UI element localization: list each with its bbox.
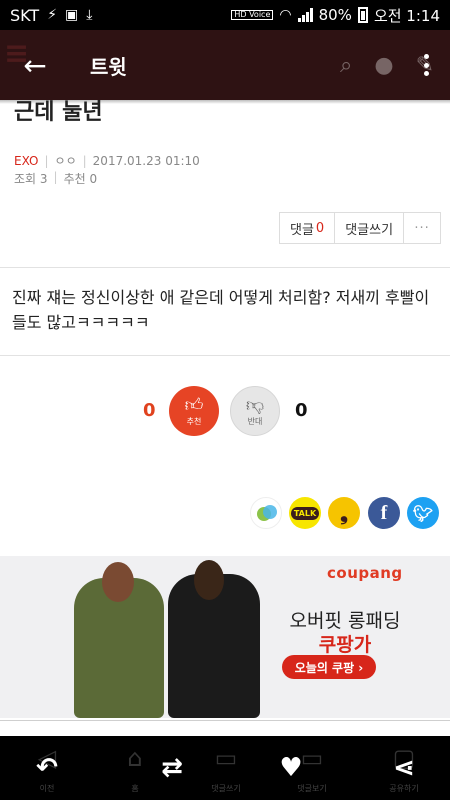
carrier-label: SKT bbox=[10, 5, 40, 25]
more-options-label: ··· bbox=[414, 220, 430, 236]
comment-ghost-icon: ▭ bbox=[214, 744, 238, 772]
comments-button[interactable]: 댓글 0 bbox=[280, 213, 336, 243]
write-comment-button[interactable]: 댓글쓰기 bbox=[335, 213, 405, 243]
more-dot-icon bbox=[423, 71, 429, 76]
ad-headline: 오버핏 롱패딩 bbox=[289, 610, 401, 632]
nav-view-comments-button[interactable]: ▭ 댓글보기 bbox=[274, 736, 350, 800]
post-recommends: 추천 0 bbox=[63, 172, 98, 186]
signal-icon bbox=[297, 8, 313, 22]
kakaotalk-share-button[interactable]: TALK bbox=[289, 497, 321, 529]
nav-label: 댓글쓰기 bbox=[211, 784, 241, 793]
divider bbox=[0, 267, 450, 268]
hd-voice-icon: HD Voice bbox=[231, 10, 274, 20]
more-dot-icon bbox=[423, 54, 429, 59]
kakaotalk-icon: TALK bbox=[290, 506, 320, 520]
line-share-button[interactable] bbox=[250, 497, 282, 529]
download-icon: ⤓ bbox=[86, 7, 93, 23]
ad-model-head bbox=[102, 562, 134, 602]
retweet-icon: ⇄ bbox=[161, 753, 183, 783]
comments-ghost-icon: ▭ bbox=[300, 744, 324, 772]
comments-count: 0 bbox=[315, 220, 325, 236]
more-dot-icon bbox=[423, 62, 429, 68]
logo-icon: ≡ bbox=[4, 36, 30, 71]
post-body: 진짜 쟤는 정신이상한 애 같은데 어떻게 처리함? 저새끼 후빨이들도 많고ㅋ… bbox=[12, 288, 430, 332]
divider: | bbox=[44, 153, 49, 168]
upvote-label: 추천 bbox=[186, 416, 202, 426]
battery-icon bbox=[357, 7, 368, 23]
status-bar: SKT ⚡ ▣ ⤓ HD Voice ◠ 80% 오전 1:14 bbox=[0, 0, 450, 30]
nav-share-button[interactable]: ▢ ⋖ 공유하기 bbox=[366, 736, 442, 800]
thumbs-up-icon: 👍︎ bbox=[184, 394, 204, 416]
downvote-button[interactable]: 👎︎ 반대 bbox=[230, 386, 280, 436]
nav-label: 댓글보기 bbox=[297, 784, 327, 793]
more-menu-button[interactable] bbox=[418, 50, 434, 80]
search-icon: ⌕ bbox=[340, 52, 353, 78]
post-meta: EXO | ㅇㅇ | 2017.01.23 01:10 bbox=[14, 152, 200, 169]
user-icon: ● bbox=[374, 52, 394, 78]
facebook-icon: f bbox=[380, 501, 388, 524]
divider bbox=[0, 355, 450, 356]
post-title: 근데 눌년 bbox=[14, 100, 103, 125]
image-icon: ▣ bbox=[65, 7, 79, 23]
comments-label: 댓글 bbox=[290, 222, 314, 238]
thumbs-down-icon: 👎︎ bbox=[245, 394, 265, 416]
facebook-share-button[interactable]: f bbox=[368, 497, 400, 529]
kakaostory-share-button[interactable]: ❟ bbox=[328, 497, 360, 529]
twitter-share-button[interactable]: 🐦︎ bbox=[407, 497, 439, 529]
battery-percent: 80% bbox=[318, 6, 352, 24]
post-datetime: 2017.01.23 01:10 bbox=[92, 153, 200, 168]
ad-brand-logo: coupang bbox=[327, 564, 403, 582]
nav-label: 이전 bbox=[39, 784, 55, 793]
divider: | bbox=[53, 170, 58, 184]
kakaostory-icon: ❟ bbox=[340, 501, 348, 525]
reply-icon: ↶ bbox=[36, 753, 58, 783]
upvote-count: 0 bbox=[143, 400, 156, 421]
twitter-icon: 🐦︎ bbox=[412, 503, 434, 523]
flash-icon: ⚡ bbox=[47, 7, 58, 23]
app-bar: ≡ ← 트윗 ⌕ ● ✎ bbox=[0, 30, 450, 100]
post-author[interactable]: ㅇㅇ bbox=[55, 152, 77, 169]
post-stats: 조회 3 | 추천 0 bbox=[14, 170, 97, 187]
bottom-nav: ◁ ↶ 이전 ⌂ 홈 ⇄ ▭ 댓글쓰기 ♥ ▭ 댓글보기 ▢ ⋖ 공유하기 bbox=[0, 736, 450, 800]
share-icon: ⋖ bbox=[393, 753, 415, 783]
nav-label: 공유하기 bbox=[389, 784, 419, 793]
downvote-count: 0 bbox=[295, 400, 308, 421]
write-comment-label: 댓글쓰기 bbox=[345, 222, 394, 238]
nav-reply-button[interactable]: ◁ ↶ 이전 bbox=[9, 736, 85, 800]
divider: | bbox=[82, 153, 87, 168]
post-views: 조회 3 bbox=[14, 172, 48, 186]
clock: 오전 1:14 bbox=[373, 6, 440, 25]
downvote-label: 반대 bbox=[247, 416, 263, 426]
upvote-button[interactable]: 👍︎ 추천 bbox=[169, 386, 219, 436]
ad-cta-button[interactable]: 오늘의 쿠팡 › bbox=[282, 655, 376, 679]
ad-model-head bbox=[194, 560, 224, 600]
comment-actions: 댓글 0 댓글쓰기 ··· bbox=[279, 212, 442, 244]
more-options-button[interactable]: ··· bbox=[404, 213, 440, 243]
post-category[interactable]: EXO bbox=[14, 154, 38, 168]
line-icon-bubble bbox=[263, 505, 277, 519]
divider bbox=[0, 720, 450, 721]
wifi-icon: ◠ bbox=[279, 7, 292, 23]
ad-subheadline: 쿠팡가 bbox=[318, 634, 372, 656]
page-title: 트윗 bbox=[90, 54, 127, 79]
ad-banner[interactable]: coupang 오버핏 롱패딩 쿠팡가 오늘의 쿠팡 › bbox=[0, 556, 450, 718]
